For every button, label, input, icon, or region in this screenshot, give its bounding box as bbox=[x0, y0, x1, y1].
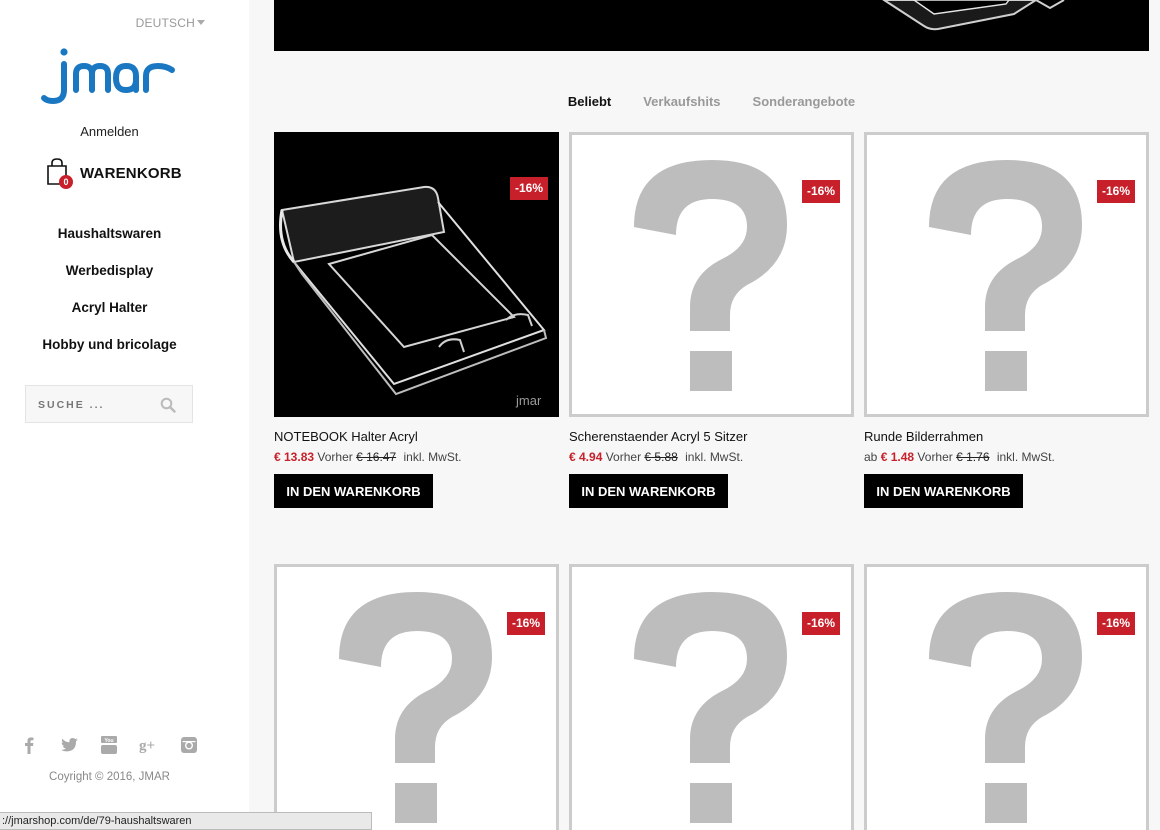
cart-label: WARENKORB bbox=[80, 164, 182, 182]
search-icon[interactable] bbox=[160, 397, 176, 413]
old-price: € 1.76 bbox=[956, 450, 990, 464]
price: € 13.83 bbox=[274, 450, 315, 464]
product-image[interactable]: -16% bbox=[569, 564, 854, 830]
product-name[interactable]: Runde Bilderrahmen bbox=[864, 429, 1149, 444]
placeholder-question-icon bbox=[634, 160, 787, 391]
image-watermark: jmar bbox=[515, 393, 542, 408]
category-nav: Haushaltswaren Werbedisplay Acryl Halter… bbox=[0, 226, 219, 374]
discount-badge: -16% bbox=[802, 180, 840, 203]
product-tabs: Beliebt Verkaufshits Sonderangebote bbox=[274, 94, 1149, 109]
sidebar: DEUTSCH Anmelden 0 WARENKORB Haushaltswa… bbox=[0, 0, 249, 830]
product-image[interactable]: -16% bbox=[569, 132, 854, 417]
cart-count-badge: 0 bbox=[59, 175, 73, 189]
nav-item-hobby[interactable]: Hobby und bricolage bbox=[0, 337, 219, 374]
chevron-down-icon bbox=[197, 20, 205, 25]
product-image[interactable]: -16% bbox=[864, 564, 1149, 830]
product-card: -16% bbox=[274, 564, 559, 830]
product-name[interactable]: Scherenstaender Acryl 5 Sitzer bbox=[569, 429, 854, 444]
tab-beliebt[interactable]: Beliebt bbox=[568, 94, 611, 109]
link-status-bar: ://jmarshop.com/de/79-haushaltswaren bbox=[0, 812, 372, 830]
twitter-icon[interactable] bbox=[58, 734, 98, 756]
product-card: jmar -16% NOTEBOOK Halter Acryl € 13.83 … bbox=[274, 132, 559, 508]
discount-badge: -16% bbox=[1097, 612, 1135, 635]
old-price: € 5.88 bbox=[644, 450, 678, 464]
product-image[interactable]: -16% bbox=[864, 132, 1149, 417]
jmar-logo[interactable] bbox=[40, 44, 180, 108]
tax-label: inkl. MwSt. bbox=[996, 450, 1055, 464]
product-card: -16% Scherenstaender Acryl 5 Sitzer € 4.… bbox=[569, 132, 854, 508]
price-row: € 4.94 Vorher € 5.88 inkl. MwSt. bbox=[569, 450, 854, 464]
tab-sonderangebote[interactable]: Sonderangebote bbox=[753, 94, 856, 109]
svg-text:g+: g+ bbox=[139, 738, 155, 754]
placeholder-question-icon bbox=[339, 592, 492, 823]
tax-label: inkl. MwSt. bbox=[685, 450, 744, 464]
language-selector[interactable]: DEUTSCH bbox=[136, 16, 205, 30]
hero-image bbox=[882, 0, 1065, 31]
search-input[interactable]: SUCHE ... bbox=[25, 385, 193, 423]
language-label: DEUTSCH bbox=[135, 16, 195, 30]
notebook-holder-photo: jmar bbox=[279, 185, 548, 408]
login-link[interactable]: Anmelden bbox=[0, 124, 219, 139]
cart-button[interactable]: 0 WARENKORB bbox=[46, 158, 182, 189]
facebook-icon[interactable] bbox=[18, 734, 58, 756]
product-card: -16% bbox=[864, 564, 1149, 830]
placeholder-question-icon bbox=[929, 160, 1082, 391]
nav-item-haushaltswaren[interactable]: Haushaltswaren bbox=[0, 226, 219, 263]
before-label: Vorher bbox=[917, 450, 953, 464]
add-to-cart-button[interactable]: IN DEN WARENKORB bbox=[569, 474, 728, 508]
add-to-cart-button[interactable]: IN DEN WARENKORB bbox=[864, 474, 1023, 508]
youtube-icon[interactable]: You bbox=[98, 734, 138, 756]
price: € 4.94 bbox=[569, 450, 603, 464]
social-links: You g+ bbox=[18, 734, 218, 756]
discount-badge: -16% bbox=[507, 612, 545, 635]
discount-badge: -16% bbox=[802, 612, 840, 635]
product-image[interactable]: jmar -16% bbox=[274, 132, 559, 417]
shopping-bag-icon: 0 bbox=[46, 158, 73, 189]
price-prefix: ab bbox=[864, 450, 878, 464]
price-row: ab € 1.48 Vorher € 1.76 inkl. MwSt. bbox=[864, 450, 1149, 464]
before-label: Vorher bbox=[605, 450, 642, 464]
instagram-icon[interactable] bbox=[178, 734, 218, 756]
product-image[interactable]: -16% bbox=[274, 564, 559, 830]
discount-badge: -16% bbox=[510, 177, 548, 200]
product-card: -16% Runde Bilderrahmen ab € 1.48 Vorher… bbox=[864, 132, 1149, 508]
nav-item-werbedisplay[interactable]: Werbedisplay bbox=[0, 263, 219, 300]
product-card: -16% bbox=[569, 564, 854, 830]
before-label: Vorher bbox=[317, 450, 353, 464]
hero-banner[interactable] bbox=[274, 0, 1149, 51]
placeholder-question-icon bbox=[929, 592, 1082, 823]
tax-label: inkl. MwSt. bbox=[403, 450, 462, 464]
nav-item-acryl-halter[interactable]: Acryl Halter bbox=[0, 300, 219, 337]
copyright-text: Coyright © 2016, JMAR bbox=[49, 771, 170, 783]
price-row: € 13.83 Vorher € 16.47 inkl. MwSt. bbox=[274, 450, 559, 464]
old-price: € 16.47 bbox=[356, 450, 397, 464]
product-name[interactable]: NOTEBOOK Halter Acryl bbox=[274, 429, 559, 444]
search-placeholder: SUCHE ... bbox=[38, 399, 105, 411]
tab-verkaufshits[interactable]: Verkaufshits bbox=[643, 94, 720, 109]
add-to-cart-button[interactable]: IN DEN WARENKORB bbox=[274, 474, 433, 508]
price: € 1.48 bbox=[880, 450, 915, 464]
googleplus-icon[interactable]: g+ bbox=[138, 734, 178, 756]
placeholder-question-icon bbox=[634, 592, 787, 823]
discount-badge: -16% bbox=[1097, 180, 1135, 203]
svg-text:You: You bbox=[104, 738, 113, 744]
